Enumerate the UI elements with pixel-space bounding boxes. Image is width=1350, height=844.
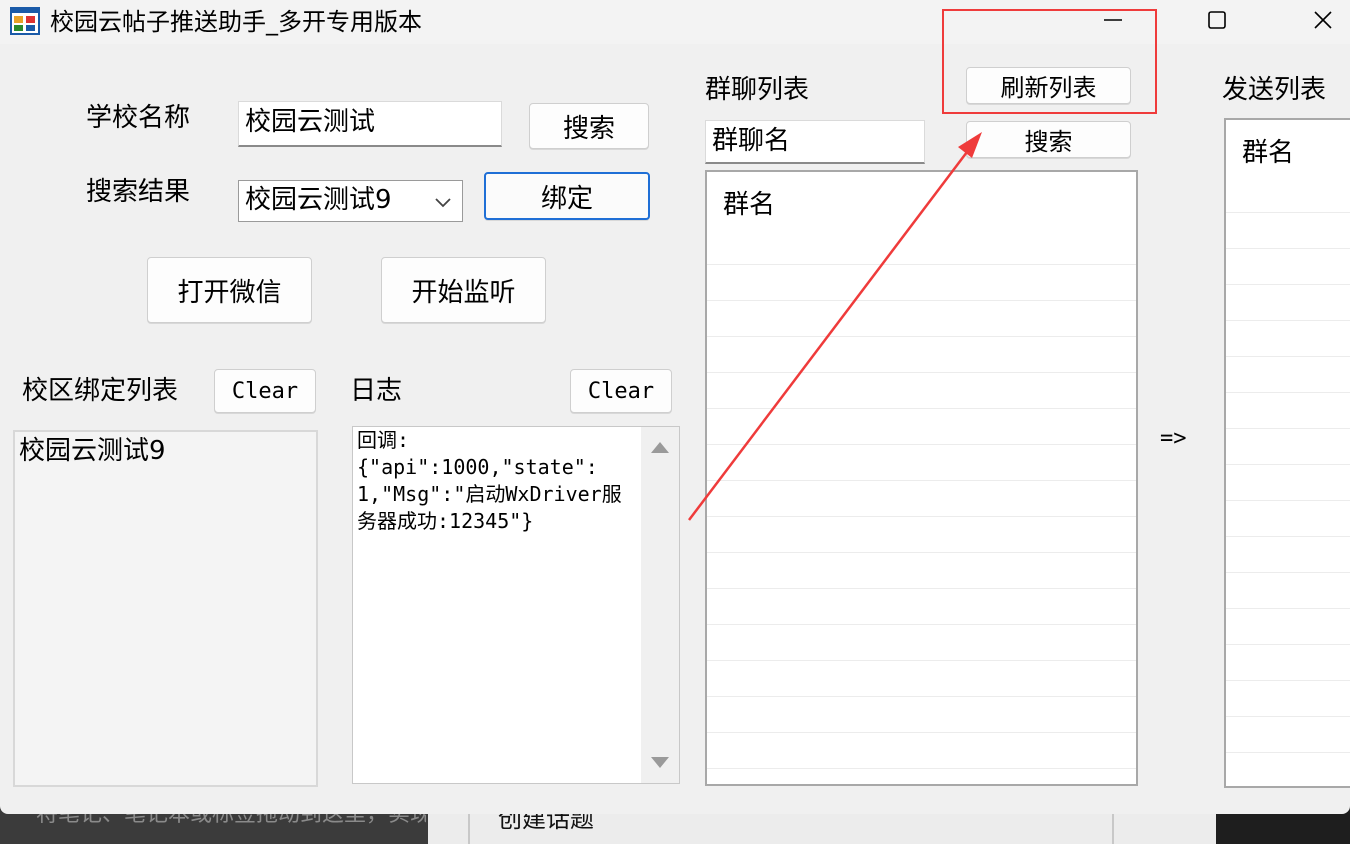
annotation-arrow-icon <box>688 132 982 521</box>
background-divider <box>468 810 470 844</box>
background-app-right <box>1216 810 1350 844</box>
background-divider <box>1112 810 1114 844</box>
app-window: 校园云帖子推送助手_多开专用版本 学校名称 校园云测试 搜索 搜索结果 校园云测… <box>0 0 1350 814</box>
